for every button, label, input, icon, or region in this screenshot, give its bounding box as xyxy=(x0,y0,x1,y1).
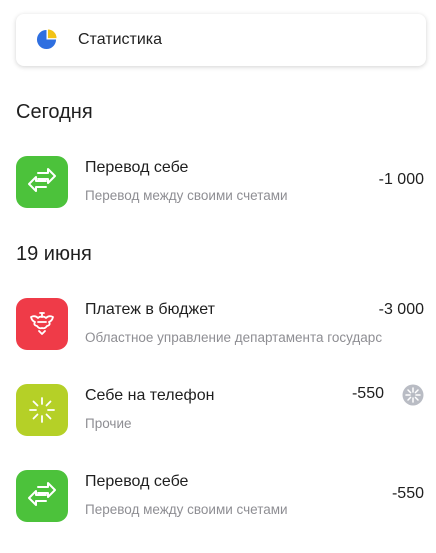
transaction-subtitle: Прочие xyxy=(85,416,132,431)
transaction-row[interactable]: Себе на телефон Прочие -550 xyxy=(0,384,436,450)
section-title-today: Сегодня xyxy=(16,101,93,123)
pie-chart-icon xyxy=(36,29,57,50)
statistics-button[interactable]: Статистика xyxy=(16,14,426,66)
transaction-row[interactable]: Перевод себе Перевод между своими счетам… xyxy=(0,156,436,222)
transaction-subtitle: Перевод между своими счетами xyxy=(85,502,288,517)
operator-logo-icon xyxy=(16,384,68,436)
transaction-title: Платеж в бюджет xyxy=(85,301,215,318)
transaction-subtitle: Перевод между своими счетами xyxy=(85,188,288,203)
transaction-amount: -3 000 xyxy=(378,301,424,318)
transaction-subtitle: Областное управление департамента госуда… xyxy=(85,330,383,345)
transfer-arrows-icon xyxy=(16,156,68,208)
bonus-badge-icon xyxy=(402,384,424,406)
transaction-row[interactable]: Платеж в бюджет Областное управление деп… xyxy=(0,298,436,364)
section-title-date: 19 июня xyxy=(16,243,92,265)
transaction-title: Себе на телефон xyxy=(85,387,215,404)
statistics-label: Статистика xyxy=(78,31,163,48)
coat-of-arms-icon xyxy=(16,298,68,350)
transaction-title: Перевод себе xyxy=(85,473,189,490)
transaction-amount: -1 000 xyxy=(378,171,424,188)
transaction-amount: -550 xyxy=(351,385,384,402)
history-screen: Статистика Сегодня Перевод себе Перевод … xyxy=(0,0,436,553)
transaction-row[interactable]: Перевод себе Перевод между своими счетам… xyxy=(0,470,436,536)
transfer-arrows-icon xyxy=(16,470,68,522)
transaction-title: Перевод себе xyxy=(85,159,189,176)
transaction-amount: -550 xyxy=(391,485,424,502)
